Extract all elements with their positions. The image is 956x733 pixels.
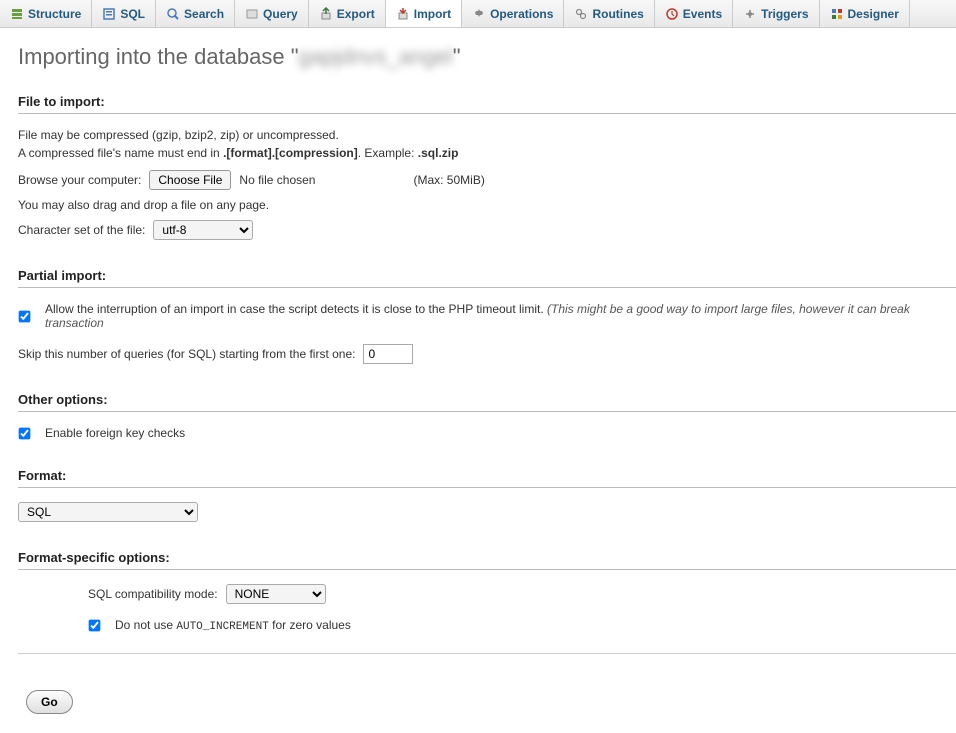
tab-export[interactable]: Export xyxy=(309,0,386,27)
format-select[interactable]: SQL xyxy=(18,502,198,522)
tab-label: Designer xyxy=(848,7,899,21)
compat-row: SQL compatibility mode: NONE xyxy=(88,584,956,604)
section-partial-title: Partial import: xyxy=(18,268,956,288)
allow-interrupt-checkbox[interactable] xyxy=(19,310,31,322)
tab-operations[interactable]: Operations xyxy=(462,0,564,27)
tab-label: Import xyxy=(414,7,451,21)
designer-icon xyxy=(830,7,844,21)
heading-suffix: " xyxy=(453,44,461,69)
charset-row: Character set of the file: utf-8 xyxy=(18,220,956,240)
triggers-icon xyxy=(743,7,757,21)
tab-events[interactable]: Events xyxy=(655,0,733,27)
charset-label: Character set of the file: xyxy=(18,223,145,237)
fk-checkbox[interactable] xyxy=(19,427,31,439)
compat-label: SQL compatibility mode: xyxy=(88,587,218,601)
tab-label: Triggers xyxy=(761,7,808,21)
no-file-chosen: No file chosen xyxy=(239,173,315,187)
tab-query[interactable]: Query xyxy=(235,0,309,27)
tab-label: Search xyxy=(184,7,224,21)
browse-row: Browse your computer: Choose File No fil… xyxy=(18,170,956,190)
skip-queries-label: Skip this number of queries (for SQL) st… xyxy=(18,347,355,361)
compat-select[interactable]: NONE xyxy=(226,584,326,604)
tab-label: SQL xyxy=(120,7,145,21)
fk-label: Enable foreign key checks xyxy=(45,426,185,440)
main-content: Importing into the database "gapjdnvs_an… xyxy=(0,28,956,733)
auto-inc-label: Do not use AUTO_INCREMENT for zero value… xyxy=(115,618,351,633)
skip-queries-input[interactable] xyxy=(363,344,413,364)
tab-routines[interactable]: Routines xyxy=(564,0,654,27)
tab-label: Query xyxy=(263,7,298,21)
search-icon xyxy=(166,7,180,21)
tab-search[interactable]: Search xyxy=(156,0,235,27)
file-compressed-note: File may be compressed (gzip, bzip2, zip… xyxy=(18,128,956,142)
allow-interrupt-label: Allow the interruption of an import in c… xyxy=(45,302,956,330)
tab-triggers[interactable]: Triggers xyxy=(733,0,819,27)
charset-select[interactable]: utf-8 xyxy=(153,220,253,240)
query-icon xyxy=(245,7,259,21)
tab-label: Structure xyxy=(28,7,81,21)
divider xyxy=(18,653,956,654)
section-file-body: File may be compressed (gzip, bzip2, zip… xyxy=(18,128,956,240)
import-icon xyxy=(396,7,410,21)
fk-row: Enable foreign key checks xyxy=(18,426,956,440)
allow-interrupt-row: Allow the interruption of an import in c… xyxy=(18,302,956,330)
page-title: Importing into the database "gapjdnvs_an… xyxy=(18,44,956,70)
tabs-bar: Structure SQL Search Query Export Import… xyxy=(0,0,956,28)
tab-label: Operations xyxy=(490,7,553,21)
section-format-specific-body: SQL compatibility mode: NONE Do not use … xyxy=(18,584,956,633)
browse-label: Browse your computer: xyxy=(18,173,141,187)
drag-drop-note: You may also drag and drop a file on any… xyxy=(18,198,956,212)
tab-label: Export xyxy=(337,7,375,21)
auto-inc-checkbox[interactable] xyxy=(89,620,101,632)
tab-sql[interactable]: SQL xyxy=(92,0,156,27)
go-button[interactable]: Go xyxy=(26,690,73,714)
routines-icon xyxy=(574,7,588,21)
section-format-specific-title: Format-specific options: xyxy=(18,550,956,570)
section-format-title: Format: xyxy=(18,468,956,488)
heading-prefix: Importing into the database " xyxy=(18,44,299,69)
db-name: gapjdnvs_angel xyxy=(299,44,453,69)
choose-file-button[interactable]: Choose File xyxy=(149,170,231,190)
tab-import[interactable]: Import xyxy=(386,0,462,27)
structure-icon xyxy=(10,7,24,21)
section-other-title: Other options: xyxy=(18,392,956,412)
events-icon xyxy=(665,7,679,21)
export-icon xyxy=(319,7,333,21)
section-partial-body: Allow the interruption of an import in c… xyxy=(18,302,956,364)
max-size-label: (Max: 50MiB) xyxy=(413,173,484,187)
tab-structure[interactable]: Structure xyxy=(0,0,92,27)
file-name-format-note: A compressed file's name must end in .[f… xyxy=(18,146,956,160)
section-format-body: SQL xyxy=(18,502,956,522)
tab-label: Routines xyxy=(592,7,643,21)
section-other-body: Enable foreign key checks xyxy=(18,426,956,440)
format-row: SQL xyxy=(18,502,956,522)
tab-label: Events xyxy=(683,7,722,21)
skip-queries-row: Skip this number of queries (for SQL) st… xyxy=(18,344,956,364)
section-file-title: File to import: xyxy=(18,94,956,114)
operations-icon xyxy=(472,7,486,21)
tab-designer[interactable]: Designer xyxy=(820,0,910,27)
auto-inc-row: Do not use AUTO_INCREMENT for zero value… xyxy=(88,618,956,633)
sql-icon xyxy=(102,7,116,21)
